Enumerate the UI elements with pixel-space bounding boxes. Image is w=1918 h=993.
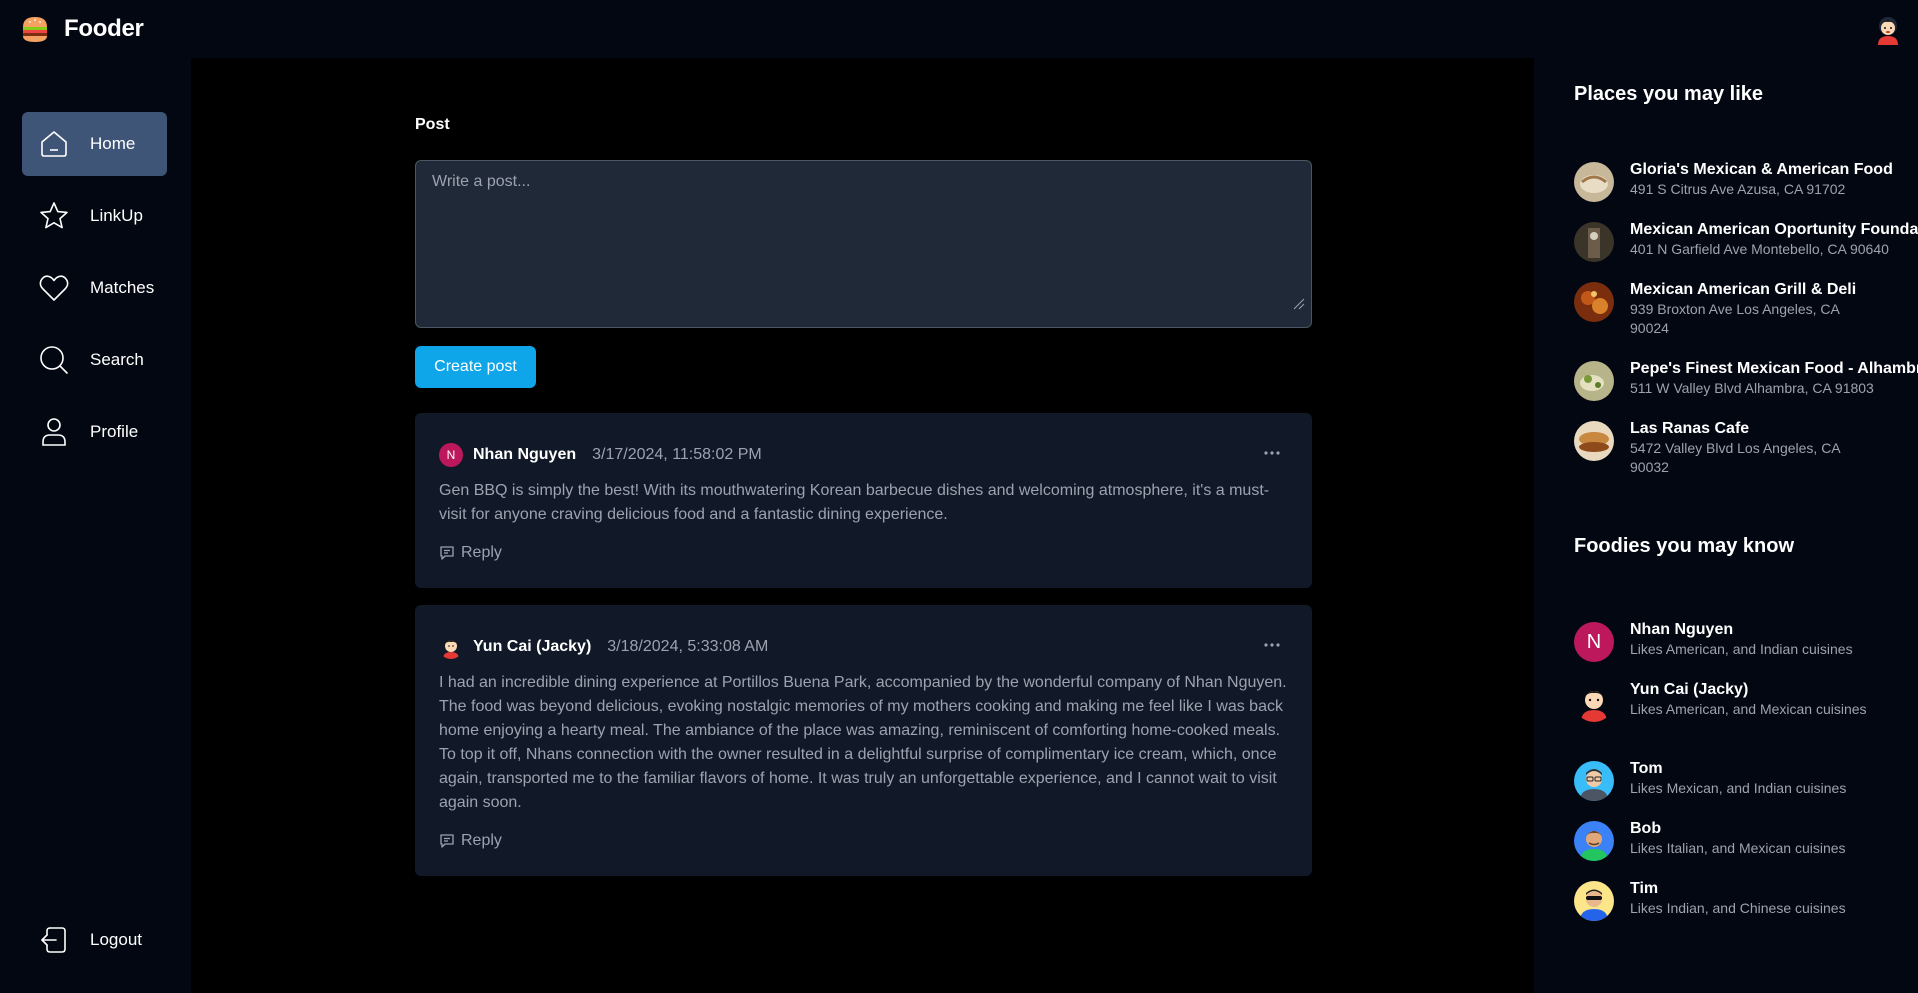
sidebar: Home LinkUp Matches Search Profile Logou…	[0, 58, 191, 993]
place-photo	[1574, 282, 1614, 322]
resize-grip-icon[interactable]	[1291, 296, 1305, 310]
place-name: Mexican American Oportunity Founda	[1630, 221, 1918, 238]
nav-linkup[interactable]: LinkUp	[22, 184, 167, 248]
place-photo	[1574, 421, 1614, 461]
nav-matches[interactable]: Matches	[22, 256, 167, 320]
logout-label: Logout	[90, 930, 142, 949]
app-name: Fooder	[64, 15, 144, 42]
nav-linkup-label: LinkUp	[90, 206, 143, 225]
foodie-name: Tim	[1630, 880, 1659, 897]
foodie-name: Nhan Nguyen	[1630, 621, 1734, 638]
place-name: Pepe's Finest Mexican Food - Alhambr	[1630, 360, 1918, 377]
place-address: 5472 Valley Blvd Los Angeles, CA 90032	[1630, 440, 1840, 475]
place-name: Las Ranas Cafe	[1630, 420, 1750, 437]
ellipsis-icon[interactable]	[1262, 450, 1282, 456]
logout-icon	[41, 927, 66, 953]
feed: Post Create post N Nhan Nguyen 3/17/2024…	[191, 58, 1534, 993]
place-item[interactable]: Pepe's Finest Mexican Food - Alhambr 511…	[1574, 359, 1918, 401]
post-header: N Nhan Nguyen 3/17/2024, 11:58:02 PM	[439, 443, 762, 467]
foodie-avatar: N	[1574, 622, 1614, 662]
heart-icon	[39, 275, 69, 301]
place-photo	[1574, 222, 1614, 262]
nav-search-label: Search	[90, 350, 144, 369]
nav-profile-label: Profile	[90, 422, 139, 441]
nav-profile[interactable]: Profile	[22, 400, 167, 464]
foodie-likes: Likes American, and Indian cuisines	[1630, 641, 1853, 657]
star-icon	[40, 202, 68, 229]
place-name: Mexican American Grill & Deli	[1630, 281, 1857, 298]
chat-bubble-icon	[440, 834, 454, 848]
nav-search[interactable]: Search	[22, 328, 167, 392]
top-bar: Fooder	[0, 0, 1918, 58]
place-address: 939 Broxton Ave Los Angeles, CA 90024	[1630, 301, 1840, 336]
foodie-item[interactable]: N Nhan Nguyen Likes American, and Indian…	[1574, 620, 1918, 662]
foodie-avatar	[1574, 761, 1614, 801]
post-date: 3/17/2024, 11:58:02 PM	[592, 446, 762, 463]
reply-label: Reply	[461, 544, 502, 561]
place-address: 401 N Garfield Ave Montebello, CA 90640	[1630, 241, 1889, 257]
burger-icon	[23, 17, 47, 42]
search-icon	[40, 346, 68, 374]
create-post-button[interactable]: Create post	[415, 346, 536, 388]
foodie-item[interactable]: Tim Likes Indian, and Chinese cuisines	[1574, 879, 1918, 921]
author-avatar[interactable]: N	[439, 443, 463, 467]
place-item[interactable]: Mexican American Oportunity Founda 401 N…	[1574, 220, 1918, 262]
ellipsis-icon[interactable]	[1262, 642, 1282, 648]
home-icon	[41, 131, 67, 157]
nav-matches-label: Matches	[90, 278, 155, 297]
composer-label: Post	[415, 116, 450, 133]
nav-home-label: Home	[90, 134, 136, 153]
post-body: I had an incredible dining experience at…	[439, 674, 1287, 811]
nav-home[interactable]: Home	[22, 112, 167, 176]
place-name: Gloria's Mexican & American Food	[1630, 161, 1893, 178]
post-date: 3/18/2024, 5:33:08 AM	[607, 638, 769, 655]
app-logo[interactable]: Fooder	[20, 14, 144, 44]
foodie-likes: Likes Indian, and Chinese cuisines	[1630, 900, 1846, 916]
reply-button[interactable]: Reply	[439, 544, 502, 562]
logout-button[interactable]: Logout	[22, 908, 167, 972]
reply-button[interactable]: Reply	[439, 832, 502, 850]
post-input[interactable]	[415, 160, 1312, 328]
place-photo	[1574, 162, 1614, 202]
place-address: 491 S Citrus Ave Azusa, CA 91702	[1630, 181, 1846, 197]
place-item[interactable]: Mexican American Grill & Deli 939 Broxto…	[1574, 280, 1918, 338]
user-icon	[42, 418, 66, 446]
post-body: Gen BBQ is simply the best! With its mou…	[439, 482, 1270, 523]
reply-label: Reply	[461, 832, 502, 849]
post-author[interactable]: Yun Cai (Jacky)	[473, 638, 591, 656]
foodie-item[interactable]: Yun Cai (Jacky) Likes American, and Mexi…	[1574, 680, 1918, 722]
author-avatar[interactable]	[439, 635, 463, 659]
foodie-item[interactable]: Bob Likes Italian, and Mexican cuisines	[1574, 819, 1918, 861]
place-item[interactable]: Las Ranas Cafe 5472 Valley Blvd Los Ange…	[1574, 419, 1918, 477]
post-header: Yun Cai (Jacky) 3/18/2024, 5:33:08 AM	[439, 635, 768, 659]
place-photo	[1574, 361, 1614, 401]
foodie-avatar	[1574, 881, 1614, 921]
chat-bubble-icon	[440, 546, 454, 560]
foodie-likes: Likes Mexican, and Indian cuisines	[1630, 780, 1847, 796]
post-card: N Nhan Nguyen 3/17/2024, 11:58:02 PM Gen…	[415, 413, 1312, 588]
post-card: Yun Cai (Jacky) 3/18/2024, 5:33:08 AM I …	[415, 605, 1312, 876]
foodie-name: Tom	[1630, 760, 1663, 777]
foodie-avatar	[1574, 682, 1614, 722]
foodie-avatar	[1574, 821, 1614, 861]
foodie-likes: Likes Italian, and Mexican cuisines	[1630, 840, 1846, 856]
foodie-name: Yun Cai (Jacky)	[1630, 681, 1749, 698]
user-avatar[interactable]	[1872, 13, 1904, 45]
foodie-name: Bob	[1630, 820, 1662, 837]
recommendations-panel: Places you may like Gloria's Mexican & A…	[1534, 58, 1918, 993]
place-address: 511 W Valley Blvd Alhambra, CA 91803	[1630, 380, 1874, 396]
places-title: Places you may like	[1574, 83, 1764, 105]
place-item[interactable]: Gloria's Mexican & American Food 491 S C…	[1574, 160, 1918, 202]
foodie-item[interactable]: Tom Likes Mexican, and Indian cuisines	[1574, 759, 1918, 801]
foodies-title: Foodies you may know	[1574, 535, 1795, 557]
post-author[interactable]: Nhan Nguyen	[473, 446, 576, 464]
foodie-likes: Likes American, and Mexican cuisines	[1630, 701, 1867, 717]
